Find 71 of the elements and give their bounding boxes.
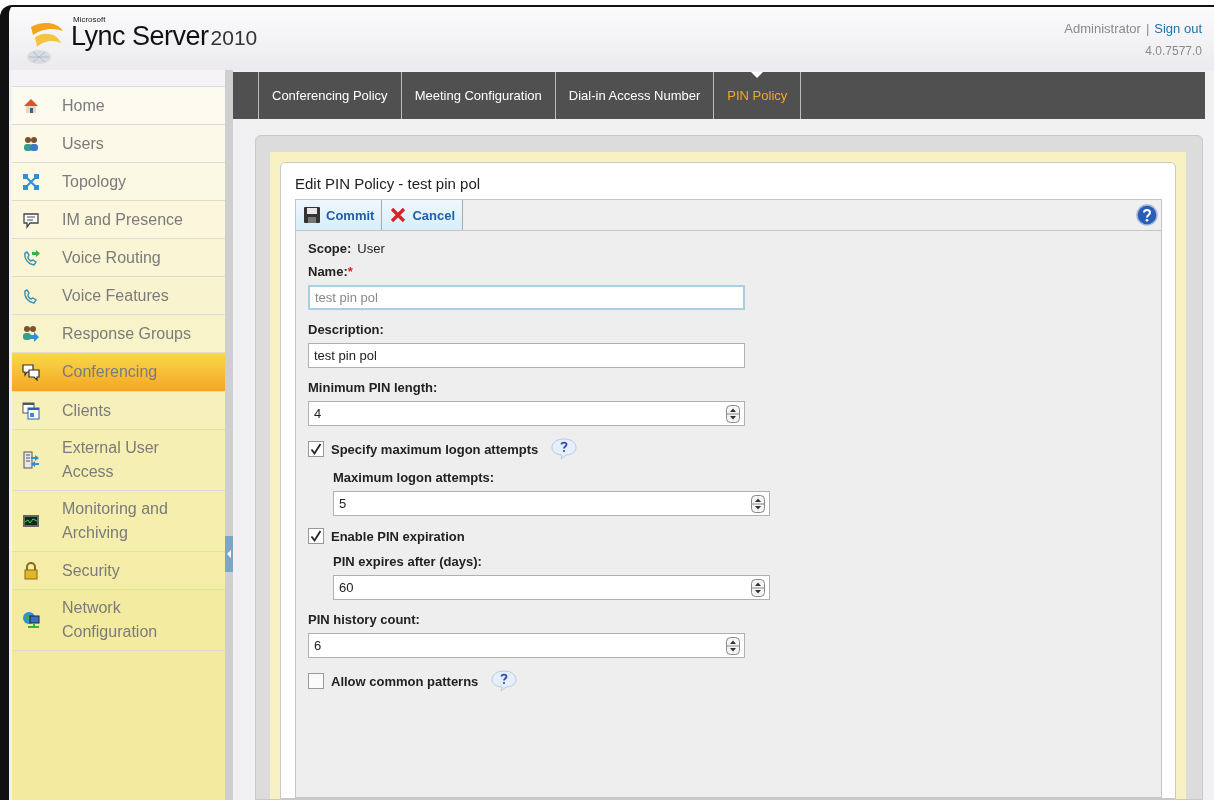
- globe-computer-icon: [22, 611, 40, 629]
- close-icon: [389, 206, 408, 224]
- save-icon: [303, 206, 321, 224]
- sign-out-link[interactable]: Sign out: [1154, 21, 1202, 36]
- tab[interactable]: PIN Policy: [714, 72, 802, 119]
- checkbox-label: Enable PIN expiration: [331, 528, 465, 544]
- sidebar-item[interactable]: Clients: [12, 392, 225, 430]
- spinner-icon[interactable]: [726, 404, 740, 423]
- sidebar-item[interactable]: External User Access: [12, 430, 225, 491]
- sidebar-item[interactable]: Voice Features: [12, 277, 225, 315]
- tab[interactable]: Conferencing Policy: [259, 72, 402, 119]
- tab[interactable]: Dial-in Access Number: [555, 72, 715, 119]
- number-field[interactable]: 6: [308, 633, 745, 658]
- help-icon[interactable]: [1136, 204, 1158, 226]
- selection-arrow-icon: [751, 72, 764, 78]
- lock-icon: [22, 561, 40, 580]
- checkbox-label: Specify maximum logon attempts: [331, 441, 539, 457]
- sidebar-item[interactable]: Security: [12, 552, 225, 590]
- sidebar-item[interactable]: Monitoring and Archiving: [12, 491, 225, 552]
- spinner-icon[interactable]: [751, 578, 765, 597]
- text-field[interactable]: test pin pol: [308, 343, 745, 368]
- checkbox[interactable]: [308, 441, 324, 457]
- user-name: Administrator: [1064, 21, 1141, 36]
- phone-arrow-icon: [22, 248, 40, 267]
- users-icon: [22, 134, 40, 153]
- required-mark: *: [347, 264, 353, 279]
- monitor-icon: [22, 512, 40, 530]
- brand-small-text: Microsoft: [73, 15, 107, 24]
- field-label: Name:: [308, 264, 348, 279]
- help-icon[interactable]: [491, 670, 518, 692]
- field-label: Maximum logon attempts:: [333, 470, 495, 485]
- number-field[interactable]: 60: [333, 575, 770, 600]
- sidebar-item[interactable]: Voice Routing: [12, 239, 225, 277]
- brand-name: Lync Server: [71, 21, 209, 52]
- windows-icon: [22, 401, 40, 420]
- version-text: 4.0.7577.0: [1145, 44, 1202, 58]
- checkbox[interactable]: [308, 673, 324, 689]
- checkbox-label: Allow common patterns: [331, 673, 479, 689]
- separator-text: |: [1145, 21, 1150, 36]
- field-label: Description:: [308, 322, 384, 337]
- number-field[interactable]: 4: [308, 401, 745, 426]
- collapse-handle[interactable]: [225, 536, 233, 572]
- phone-icon: [22, 286, 40, 305]
- panel-title: Edit PIN Policy - test pin pol: [295, 175, 482, 192]
- spinner-icon[interactable]: [726, 636, 740, 655]
- sidebar-item[interactable]: Users: [12, 125, 225, 163]
- chats-icon: [22, 363, 40, 381]
- field-label: Scope:: [308, 241, 352, 256]
- help-icon[interactable]: [551, 438, 578, 460]
- sidebar-item[interactable]: Topology: [12, 163, 225, 201]
- tab[interactable]: Meeting Configuration: [401, 72, 556, 119]
- topology-icon: [22, 172, 40, 191]
- commit-button[interactable]: Commit: [296, 200, 383, 230]
- chat-icon: [22, 210, 40, 229]
- cancel-button[interactable]: Cancel: [382, 200, 464, 230]
- field-label: Minimum PIN length:: [308, 380, 438, 395]
- field-value: User: [357, 241, 385, 256]
- brand-year: 2010: [210, 26, 258, 50]
- users-arrow-icon: [22, 324, 40, 343]
- sidebar-item[interactable]: Response Groups: [12, 315, 225, 353]
- checkbox[interactable]: [308, 528, 324, 544]
- sidebar-item[interactable]: Conferencing: [12, 353, 225, 392]
- field-label: PIN expires after (days):: [333, 554, 482, 569]
- spinner-icon[interactable]: [751, 494, 765, 513]
- text-field[interactable]: test pin pol: [308, 285, 745, 310]
- sidebar-item[interactable]: IM and Presence: [12, 201, 225, 239]
- house-icon: [22, 96, 40, 115]
- server-arrows-icon: [22, 451, 40, 469]
- sidebar-item[interactable]: Home: [12, 87, 225, 125]
- field-label: PIN history count:: [308, 612, 420, 627]
- number-field[interactable]: 5: [333, 491, 770, 516]
